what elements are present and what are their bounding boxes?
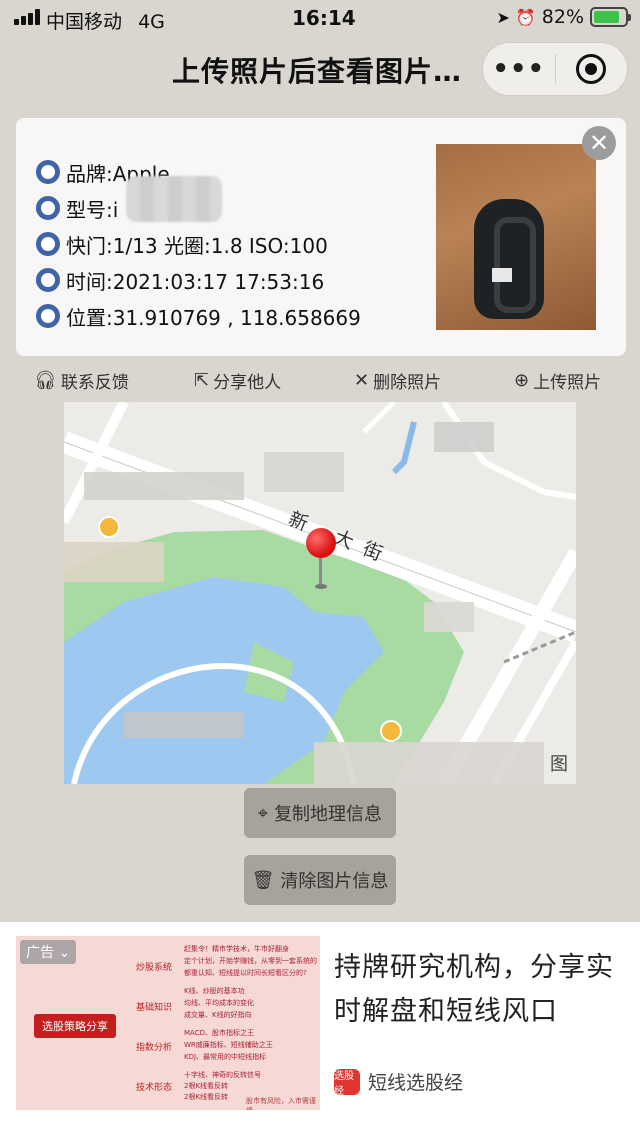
ad-category: 炒股系统 xyxy=(136,963,173,973)
contact-label: 联系反馈 xyxy=(60,373,129,393)
status-bar: 中国移动 4G 16:14 ➤ ⏰ 82% xyxy=(0,0,640,36)
ad-line: 2根K线看反转 xyxy=(184,1093,229,1101)
status-right: ➤ ⏰ 82% xyxy=(496,6,631,28)
ad-source-logo: 选股经 xyxy=(334,1068,360,1097)
battery-fill xyxy=(594,11,619,23)
close-mini-program-button[interactable] xyxy=(556,54,628,84)
ad-line: 都重认知、短线提以时间长短看区分的? xyxy=(184,969,307,977)
exif-row-time: 时间:2021:03:17 17:53:16 xyxy=(36,262,361,298)
location-pin-icon xyxy=(306,528,336,592)
ad-category: 指数分析 xyxy=(136,1043,173,1053)
bullet-icon xyxy=(36,232,60,256)
copy-geo-button[interactable]: ⌖ 复制地理信息 xyxy=(244,788,396,838)
ad-image[interactable]: 广告 ⌄ 选股策略分享 炒股系统 基础知识 指数分析 技术形态 赶集令！精市学技… xyxy=(16,936,320,1110)
ad-image-button: 选股策略分享 xyxy=(34,1014,116,1038)
battery-icon xyxy=(590,7,631,27)
ad-line: KDJ、最常用的中短线指标 xyxy=(184,1053,267,1061)
signal-icon xyxy=(14,9,40,25)
cable-shape xyxy=(474,199,544,319)
exif-row-shutter: 快门:1/13 光圈:1.8 ISO:100 xyxy=(36,226,361,262)
ad-disclaimer: 股市有风险，入市需谨慎 xyxy=(246,1097,316,1110)
ad-category: 技术形态 xyxy=(136,1083,173,1093)
bullet-icon xyxy=(36,160,60,184)
bullet-icon xyxy=(36,268,60,292)
bullet-icon xyxy=(36,196,60,220)
contact-feedback-button[interactable]: 🎧︎ 联系反馈 xyxy=(34,368,129,393)
plus-circle-icon: ⊕ xyxy=(514,370,530,391)
bullet-icon xyxy=(36,304,60,328)
ad-line: K线、炒股的基本功 xyxy=(184,987,245,995)
mini-program-capsule: ••• xyxy=(482,42,628,96)
chevron-down-icon: ⌄ xyxy=(58,945,71,961)
exif-shutter: 快门:1/13 光圈:1.8 ISO:100 xyxy=(66,233,328,258)
copy-geo-label: 复制地理信息 xyxy=(274,804,383,825)
exif-model: 型号:i xyxy=(66,197,119,222)
ad-line: 十字线、神奇的反转信号 xyxy=(184,1071,261,1079)
exif-time: 时间:2021:03:17 17:53:16 xyxy=(66,269,325,294)
location-map[interactable]: 新 大街 图 xyxy=(64,402,576,784)
exif-location: 位置:31.910769 , 118.658669 xyxy=(66,305,361,330)
ad-banner[interactable]: 广告 ⌄ 选股策略分享 炒股系统 基础知识 指数分析 技术形态 赶集令！精市学技… xyxy=(0,922,640,1138)
battery-percent: 82% xyxy=(541,6,584,28)
photo-info-card: 品牌:Apple 型号:i 快门:1/13 光圈:1.8 ISO:100 时间:… xyxy=(16,118,626,356)
ad-label[interactable]: 广告 ⌄ xyxy=(20,940,77,964)
delete-photo-button[interactable]: ✕ 删除照片 xyxy=(354,368,441,393)
location-arrow-icon: ➤ xyxy=(496,7,510,27)
poi-icon[interactable] xyxy=(380,720,402,742)
ad-line: WR威廉指标、短线辅助之王 xyxy=(184,1041,273,1049)
carrier-name: 中国移动 xyxy=(46,11,123,33)
ad-source-name: 短线选股经 xyxy=(368,1072,464,1094)
ad-line: 均线、平均成本的变化 xyxy=(184,999,254,1007)
poi-icon[interactable] xyxy=(98,516,120,538)
location-pin-outline-icon: ⌖ xyxy=(257,802,269,824)
clock: 16:14 xyxy=(292,6,356,30)
ad-label-text: 广告 xyxy=(26,945,54,961)
close-photo-button[interactable]: ✕ xyxy=(582,126,616,160)
ad-line: 成交量、K线的好指向 xyxy=(184,1011,252,1019)
share-icon: ⇱ xyxy=(194,370,210,391)
ad-source[interactable]: 选股经 短线选股经 xyxy=(334,1068,464,1097)
exif-row-location: 位置:31.910769 , 118.658669 xyxy=(36,298,361,334)
clear-info-label: 清除图片信息 xyxy=(280,871,389,892)
upload-photo-button[interactable]: ⊕ 上传照片 xyxy=(514,368,601,393)
map-canvas xyxy=(64,402,576,784)
ad-line: 2根K线看反转 xyxy=(184,1082,229,1090)
share-button[interactable]: ⇱ 分享他人 xyxy=(194,368,281,393)
ad-line: MACD、股市指标之王 xyxy=(184,1029,254,1037)
carrier-label: 中国移动 4G xyxy=(46,7,165,34)
more-menu-button[interactable]: ••• xyxy=(483,42,555,96)
ad-title[interactable]: 持牌研究机构，分享实时解盘和短线风口 xyxy=(334,946,614,1034)
page-title: 上传照片后查看图片… xyxy=(172,55,463,88)
delete-label: 删除照片 xyxy=(373,373,442,393)
ad-line: 赶集令！精市学技术，牛市好翻身 xyxy=(184,945,289,953)
redacted-blur xyxy=(126,176,222,222)
alarm-icon: ⏰ xyxy=(515,7,536,27)
cable-tag-shape xyxy=(492,268,512,282)
trash-icon: 🗑︎ xyxy=(251,869,275,891)
x-icon: ✕ xyxy=(354,370,370,391)
clear-info-button[interactable]: 🗑︎ 清除图片信息 xyxy=(244,855,396,905)
share-label: 分享他人 xyxy=(213,373,282,393)
action-row: 🎧︎ 联系反馈 ⇱ 分享他人 ✕ 删除照片 ⊕ 上传照片 xyxy=(34,368,614,394)
close-icon: ✕ xyxy=(588,129,610,157)
network-type: 4G xyxy=(138,11,165,33)
ad-category: 基础知识 xyxy=(136,1003,173,1013)
map-attribution: 图 xyxy=(550,754,568,775)
target-icon xyxy=(576,54,607,84)
uploaded-photo-thumbnail[interactable] xyxy=(436,144,596,330)
ad-line: 定个计划，开始学赚钱，从零到一套系统的 xyxy=(184,957,317,965)
headset-icon: 🎧︎ xyxy=(34,370,57,391)
upload-label: 上传照片 xyxy=(533,373,602,393)
